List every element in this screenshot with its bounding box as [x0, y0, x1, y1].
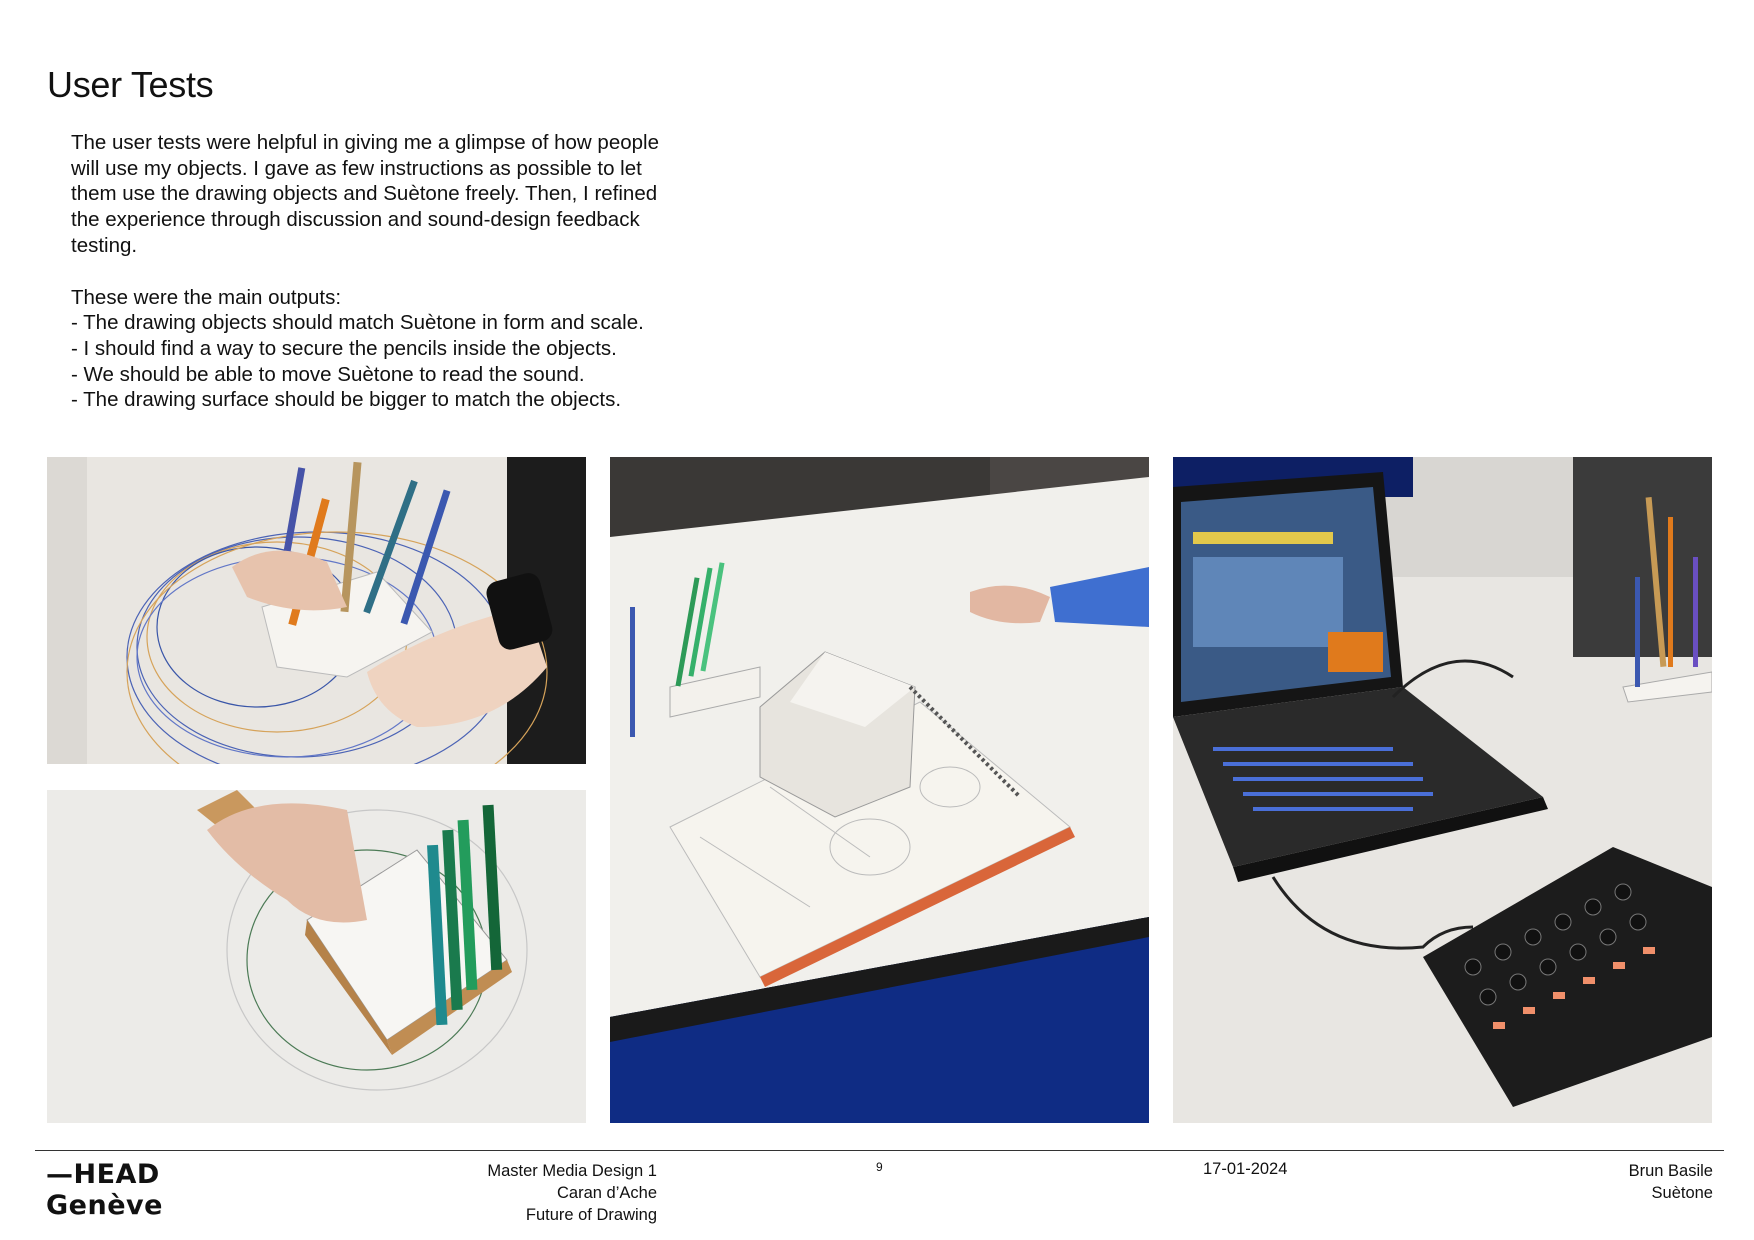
logo-line-1: —HEAD: [46, 1159, 160, 1190]
photo-pencil-holder-circles: [47, 457, 586, 764]
hand-pencil-holder-circles-icon: [47, 457, 586, 764]
output-item: - I should find a way to secure the penc…: [71, 336, 617, 360]
photo-sculpture-sketchbook: [610, 457, 1149, 1123]
page-number: 9: [876, 1160, 883, 1174]
author-name: Brun Basile: [1628, 1162, 1713, 1180]
footer-author-info: Brun Basile Suètone: [1629, 1160, 1713, 1204]
course-line: Master Media Design 1: [487, 1162, 657, 1180]
intro-paragraph: The user tests were helpful in giving me…: [71, 131, 659, 257]
course-line: Caran d’Ache: [557, 1184, 657, 1202]
laptop-midi-controller-icon: [1173, 457, 1712, 1123]
output-item: - We should be able to move Suètone to r…: [71, 362, 585, 386]
footer-divider: [35, 1150, 1724, 1151]
page-title: User Tests: [47, 64, 214, 105]
body-text: The user tests were helpful in giving me…: [71, 130, 691, 413]
project-name: Suètone: [1651, 1184, 1713, 1202]
footer-date: 17-01-2024: [1203, 1160, 1288, 1178]
photo-green-pencils-holder: [47, 790, 586, 1123]
course-line: Future of Drawing: [525, 1206, 657, 1224]
head-geneve-logo: —HEAD Genève: [46, 1160, 163, 1222]
photo-laptop-midi: [1173, 457, 1712, 1123]
logo-line-2: Genève: [46, 1190, 163, 1221]
output-item: - The drawing objects should match Suèto…: [71, 311, 644, 335]
footer-course-info: Master Media Design 1 Caran d’Ache Futur…: [487, 1160, 657, 1226]
outputs-heading: These were the main outputs:: [71, 285, 342, 309]
paper-sculpture-sketchbook-icon: [610, 457, 1149, 1123]
hand-green-pencils-holder-icon: [47, 790, 586, 1123]
output-item: - The drawing surface should be bigger t…: [71, 388, 622, 412]
